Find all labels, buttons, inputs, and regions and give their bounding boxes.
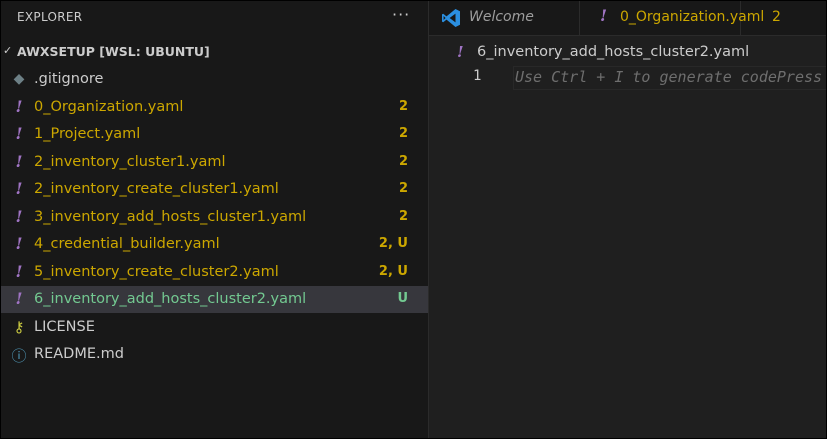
yaml-icon: !	[15, 207, 23, 226]
file-item-5-inventory-create-cluster2[interactable]: ! 5_inventory_create_cluster2.yaml 2, U	[1, 259, 428, 286]
file-item-3-inventory-add-hosts-cluster1[interactable]: ! 3_inventory_add_hosts_cluster1.yaml 2	[1, 204, 428, 231]
file-item-gitignore[interactable]: ◆ .gitignore	[1, 66, 428, 93]
file-item-6-inventory-add-hosts-cluster2[interactable]: ! 6_inventory_add_hosts_cluster2.yaml U	[1, 286, 428, 313]
tab-problem-count: 2	[772, 9, 781, 25]
yaml-icon: !	[457, 43, 464, 61]
file-status-badge: 2	[398, 154, 408, 169]
file-name: 3_inventory_add_hosts_cluster1.yaml	[34, 209, 307, 225]
file-item-2-inventory-cluster1[interactable]: ! 2_inventory_cluster1.yaml 2	[1, 149, 428, 176]
file-name: 1_Project.yaml	[34, 126, 141, 142]
workspace-root-label: AWXSETUP [WSL: UBUNTU]	[17, 44, 210, 59]
file-name: 2_inventory_cluster1.yaml	[34, 154, 226, 170]
file-status-badge: 2	[398, 99, 408, 114]
file-name: LICENSE	[34, 319, 95, 335]
file-item-readme[interactable]: ⓘ README.md	[1, 341, 428, 368]
explorer-sidebar: EXPLORER ··· ✓ AWXSETUP [WSL: UBUNTU] ◆ …	[1, 1, 429, 438]
yaml-icon: !	[15, 262, 23, 281]
file-name: README.md	[34, 346, 124, 362]
explorer-header: EXPLORER ···	[1, 1, 428, 35]
editor-tab-bar: Welcome ! 0_Organization.yaml 2	[429, 1, 826, 36]
more-actions-icon[interactable]: ···	[392, 5, 410, 24]
file-name: 4_credential_builder.yaml	[34, 236, 220, 252]
file-status-badge: 2, U	[378, 264, 408, 279]
file-item-4-credential-builder[interactable]: ! 4_credential_builder.yaml 2, U	[1, 231, 428, 258]
yaml-icon: !	[15, 124, 23, 143]
yaml-icon: !	[15, 179, 23, 198]
file-status-badge: 2	[398, 126, 408, 141]
yaml-icon: !	[15, 234, 23, 253]
workspace-root-folder[interactable]: ✓ AWXSETUP [WSL: UBUNTU]	[1, 41, 428, 63]
file-name: .gitignore	[34, 71, 104, 87]
explorer-title: EXPLORER	[17, 10, 83, 24]
line-number: 1	[473, 68, 482, 84]
file-item-license[interactable]: ⚷ LICENSE	[1, 314, 428, 341]
file-name: 2_inventory_create_cluster1.yaml	[34, 181, 279, 197]
editor-placeholder-hint: Use Ctrl + I to generate codePress	[515, 68, 823, 86]
vscode-icon	[442, 9, 460, 27]
file-status-badge: 2	[398, 209, 408, 224]
file-name: 5_inventory_create_cluster2.yaml	[34, 264, 279, 280]
yaml-icon: !	[15, 289, 23, 308]
yaml-icon: !	[600, 6, 608, 25]
tab-0-organization[interactable]: ! 0_Organization.yaml 2	[580, 1, 781, 35]
info-icon: ⓘ	[11, 347, 27, 365]
editor-area[interactable]: ! 6_inventory_add_hosts_cluster2.yaml 1 …	[429, 36, 826, 438]
tab-welcome[interactable]: Welcome	[429, 1, 580, 35]
yaml-icon: !	[15, 97, 23, 116]
file-item-2-inventory-create-cluster1[interactable]: ! 2_inventory_create_cluster1.yaml 2	[1, 176, 428, 203]
git-icon: ◆	[13, 71, 25, 87]
tab-label: Welcome	[469, 9, 534, 25]
chevron-down-icon: ✓	[3, 44, 13, 57]
breadcrumb[interactable]: 6_inventory_add_hosts_cluster2.yaml	[477, 44, 749, 60]
file-item-0-organization[interactable]: ! 0_Organization.yaml 2	[1, 94, 428, 121]
vscode-window: EXPLORER ··· ✓ AWXSETUP [WSL: UBUNTU] ◆ …	[0, 0, 827, 439]
file-item-1-project[interactable]: ! 1_Project.yaml 2	[1, 121, 428, 148]
file-name: 0_Organization.yaml	[34, 99, 184, 115]
yaml-icon: !	[15, 152, 23, 171]
tab-label: 0_Organization.yaml	[620, 9, 765, 25]
file-status-badge: 2	[398, 181, 408, 196]
file-name: 6_inventory_add_hosts_cluster2.yaml	[34, 291, 307, 307]
file-status-badge: U	[397, 291, 408, 306]
license-icon: ⚷	[13, 318, 25, 336]
file-status-badge: 2, U	[378, 236, 408, 251]
